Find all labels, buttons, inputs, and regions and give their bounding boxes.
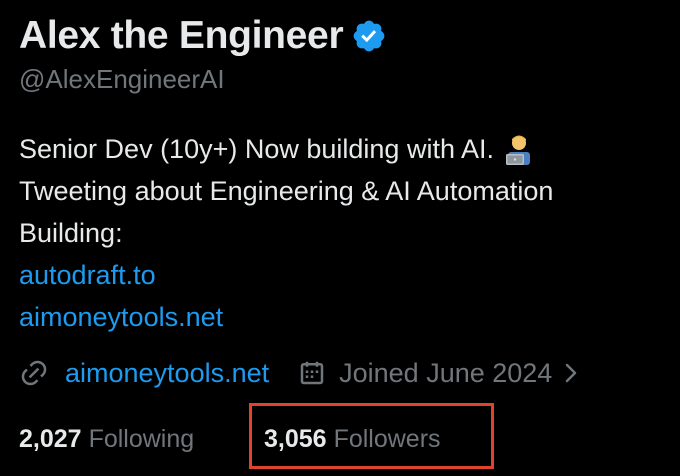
following-label: Following: [88, 424, 195, 453]
profile-handle: @AlexEngineerAI: [19, 64, 225, 94]
verified-badge-icon[interactable]: [351, 18, 387, 54]
bio-line: Building:: [19, 212, 553, 254]
chevron-right-icon[interactable]: [560, 358, 584, 388]
website-link[interactable]: aimoneytools.net: [65, 358, 269, 389]
following-stat[interactable]: 2,027 Following: [19, 418, 194, 460]
profile-bio: Senior Dev (10y+) Now building with AI. …: [19, 128, 553, 338]
profile-name-row: Alex the Engineer: [19, 12, 387, 60]
bio-text: Senior Dev (10y+) Now building with AI.: [19, 134, 494, 164]
link-icon: [21, 360, 47, 386]
bio-text: Tweeting about Engineering & AI Automati…: [19, 176, 554, 206]
joined-date: Joined June 2024: [339, 357, 553, 388]
bio-text: Building:: [19, 218, 123, 248]
bio-line: Tweeting about Engineering & AI Automati…: [19, 170, 553, 212]
bio-link-aimoneytools[interactable]: aimoneytools.net: [19, 296, 223, 338]
display-name: Alex the Engineer: [19, 14, 344, 57]
bio-line: aimoneytools.net: [19, 296, 553, 338]
following-count: 2,027: [19, 424, 82, 453]
technologist-emoji-icon: [505, 135, 530, 165]
bio-line: autodraft.to: [19, 254, 553, 296]
followers-highlight-box: [249, 403, 494, 469]
bio-line: Senior Dev (10y+) Now building with AI.: [19, 128, 553, 170]
calendar-icon: [300, 361, 324, 385]
profile-meta-row: aimoneytools.net Joined June 2024: [19, 352, 584, 394]
bio-link-autodraft[interactable]: autodraft.to: [19, 254, 156, 296]
